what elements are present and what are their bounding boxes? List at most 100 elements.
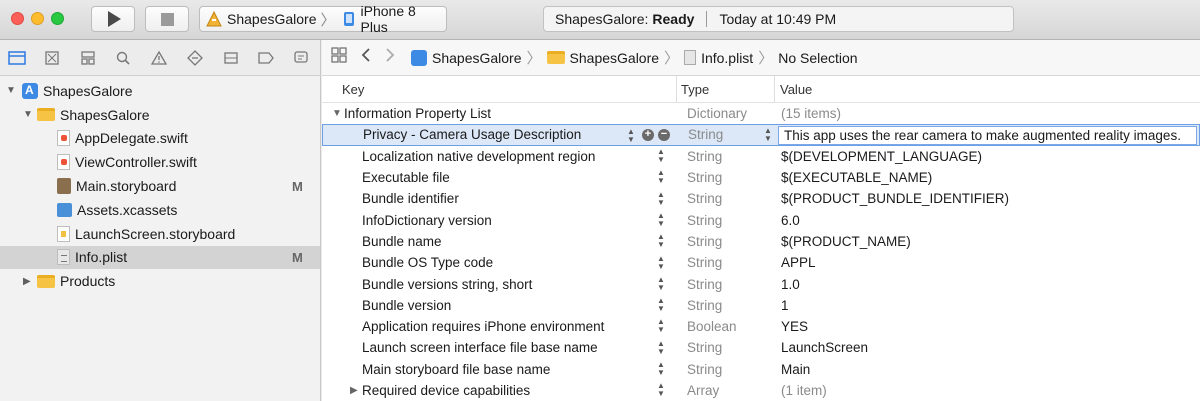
plist-row[interactable]: ▶ Required device capabilities ▲ ▼ Array … [322, 380, 1200, 401]
project-navigator-icon[interactable] [8, 49, 26, 67]
value-column-header[interactable]: Value [780, 82, 812, 97]
window-toolbar: ShapesGalore 〉 iPhone 8 Plus ShapesGalor… [0, 0, 1200, 40]
test-navigator-icon[interactable] [186, 49, 204, 67]
plist-row[interactable]: Main storyboard file base name ▲ ▼ String… [322, 359, 1200, 380]
tree-item-file[interactable]: ViewController.swift [0, 150, 320, 174]
forward-arrow-icon[interactable] [385, 47, 395, 68]
related-items-icon[interactable] [331, 47, 347, 68]
tree-item-file[interactable]: Main.storyboard M [0, 174, 320, 198]
chevron-right-icon: 〉 [320, 11, 336, 29]
plist-value: $(DEVELOPMENT_LANGUAGE) [781, 148, 983, 164]
plist-file-icon [684, 50, 697, 65]
key-stepper[interactable]: ▲ ▼ [656, 169, 666, 186]
type-stepper[interactable]: ▲ ▼ [764, 127, 772, 143]
symbol-navigator-icon[interactable] [79, 49, 97, 67]
run-button[interactable] [91, 6, 135, 32]
folder-icon [546, 51, 565, 64]
back-arrow-icon[interactable] [361, 47, 371, 68]
tree-item-group[interactable]: ▼ ShapesGalore [0, 103, 320, 127]
key-stepper[interactable]: ▲ ▼ [656, 297, 666, 314]
tree-item-project[interactable]: ▼ ShapesGalore [0, 79, 320, 103]
key-stepper[interactable]: ▲ ▼ [656, 318, 666, 335]
key-stepper[interactable]: ▲ ▼ [656, 254, 666, 271]
key-stepper[interactable]: ▲ ▼ [626, 127, 636, 144]
remove-row-icon[interactable]: − [658, 129, 670, 142]
plist-type: String [687, 170, 723, 186]
swift-file-icon [57, 154, 70, 171]
activity-status: ShapesGalore: Ready Today at 10:49 PM [543, 6, 1014, 32]
stop-button[interactable] [145, 6, 189, 32]
disclosure-closed-icon[interactable]: ▶ [350, 385, 358, 396]
plist-row-root[interactable]: ▼ Information Property List Dictionary (… [322, 103, 1200, 124]
tree-item-label: ShapesGalore [60, 106, 150, 123]
key-stepper[interactable]: ▲ ▼ [656, 211, 666, 228]
plist-row[interactable]: Executable file ▲ ▼ String $(EXECUTABLE_N… [322, 167, 1200, 188]
breadcrumb-project[interactable]: ShapesGalore [432, 50, 522, 66]
plist-row[interactable]: InfoDictionary version ▲ ▼ String 6.0 [322, 209, 1200, 230]
issue-navigator-icon[interactable] [150, 49, 168, 67]
plist-key: InfoDictionary version [362, 212, 492, 228]
disclosure-open-icon[interactable]: ▼ [332, 108, 342, 119]
chevron-right-icon: 〉 [664, 50, 680, 67]
plist-row[interactable]: Localization native development region ▲… [322, 146, 1200, 167]
key-stepper[interactable]: ▲ ▼ [656, 233, 666, 250]
find-navigator-icon[interactable] [114, 49, 132, 67]
plist-row[interactable]: Bundle version ▲ ▼ String 1 [322, 295, 1200, 316]
plist-key: Executable file [362, 170, 450, 186]
column-divider [676, 76, 677, 102]
plist-row[interactable]: Launch screen interface file base name ▲… [322, 337, 1200, 358]
folder-icon [37, 274, 55, 288]
plist-value: YES [781, 319, 809, 335]
plist-row[interactable]: Bundle name ▲ ▼ String $(PRODUCT_NAME) [322, 231, 1200, 252]
breadcrumb-selection[interactable]: No Selection [778, 50, 857, 66]
file-tree: ▼ ShapesGalore ▼ ShapesGalore AppDelegat… [0, 76, 320, 293]
tree-item-group[interactable]: ▶ Products [0, 269, 320, 293]
tree-item-file-selected[interactable]: Info.plist M [0, 245, 320, 270]
scheme-selector[interactable]: ShapesGalore 〉 iPhone 8 Plus [199, 3, 447, 35]
key-stepper[interactable]: ▲ ▼ [656, 275, 666, 292]
key-stepper[interactable]: ▲ ▼ [656, 361, 666, 378]
plist-row[interactable]: Bundle versions string, short ▲ ▼ String … [322, 273, 1200, 294]
debug-navigator-icon[interactable] [222, 49, 240, 67]
report-navigator-icon[interactable] [292, 49, 310, 67]
plist-value: 1 [781, 297, 789, 313]
plist-key: Bundle name [362, 233, 442, 249]
add-row-icon[interactable]: + [642, 129, 654, 142]
key-stepper[interactable]: ▲ ▼ [656, 339, 666, 356]
plist-type[interactable]: String [688, 127, 723, 142]
status-state: Ready [652, 11, 695, 27]
plist-type: String [687, 276, 723, 292]
plist-value-input[interactable]: This app uses the rear camera to make au… [778, 126, 1197, 146]
tree-item-file[interactable]: Assets.xcassets [0, 198, 320, 222]
plist-row[interactable]: Application requires iPhone environment … [322, 316, 1200, 337]
scheme-name[interactable]: ShapesGalore [227, 11, 317, 27]
zoom-window-button[interactable] [51, 12, 64, 25]
plist-row[interactable]: Bundle OS Type code ▲ ▼ String APPL [322, 252, 1200, 273]
plist-key: Required device capabilities [362, 383, 531, 398]
breakpoint-navigator-icon[interactable] [257, 49, 275, 67]
disclosure-open-icon[interactable]: ▼ [6, 85, 16, 96]
plist-row-selected[interactable]: Privacy - Camera Usage Description ▲ ▼ + … [322, 124, 1200, 146]
breadcrumb-file[interactable]: Info.plist [701, 50, 753, 66]
key-stepper[interactable]: ▲ ▼ [656, 148, 666, 165]
xcode-project-icon [411, 49, 427, 66]
storyboard-file-icon [57, 178, 71, 195]
disclosure-closed-icon[interactable]: ▶ [23, 276, 33, 287]
close-window-button[interactable] [11, 12, 24, 25]
plist-key: Application requires iPhone environment [362, 319, 605, 335]
breadcrumb-group[interactable]: ShapesGalore [570, 50, 660, 66]
tree-item-file[interactable]: LaunchScreen.storyboard [0, 222, 320, 246]
key-column-header[interactable]: Key [342, 82, 364, 97]
plist-key: Bundle version [362, 297, 452, 313]
tree-item-file[interactable]: AppDelegate.swift [0, 127, 320, 151]
minimize-window-button[interactable] [31, 12, 44, 25]
source-control-icon[interactable] [43, 49, 61, 67]
disclosure-open-icon[interactable]: ▼ [23, 109, 33, 120]
key-stepper[interactable]: ▲ ▼ [656, 190, 666, 207]
key-stepper[interactable]: ▲ ▼ [656, 382, 666, 399]
tree-item-label: LaunchScreen.storyboard [75, 225, 236, 242]
plist-row[interactable]: Bundle identifier ▲ ▼ String $(PRODUCT_BU… [322, 188, 1200, 209]
type-column-header[interactable]: Type [681, 82, 709, 97]
hammer-app-icon [206, 10, 222, 27]
device-name[interactable]: iPhone 8 Plus [361, 3, 446, 35]
